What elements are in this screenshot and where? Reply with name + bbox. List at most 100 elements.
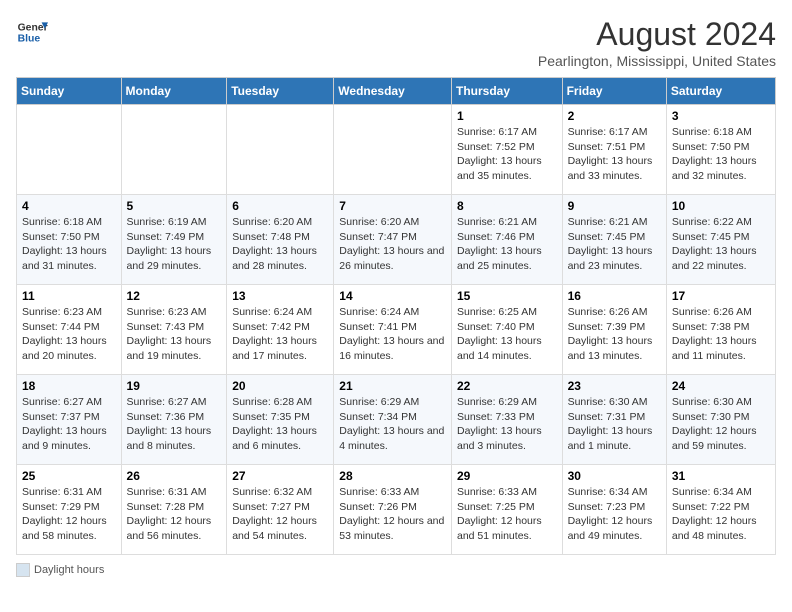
day-info: Sunrise: 6:27 AM Sunset: 7:37 PM Dayligh… bbox=[22, 395, 116, 454]
calendar-cell: 9 Sunrise: 6:21 AM Sunset: 7:45 PM Daylig… bbox=[562, 195, 666, 285]
day-number: 2 bbox=[568, 109, 661, 123]
svg-text:Blue: Blue bbox=[18, 34, 41, 45]
day-info: Sunrise: 6:29 AM Sunset: 7:34 PM Dayligh… bbox=[339, 395, 446, 454]
day-info: Sunrise: 6:30 AM Sunset: 7:31 PM Dayligh… bbox=[568, 395, 661, 454]
calendar-cell: 29 Sunrise: 6:33 AM Sunset: 7:25 PM Dayli… bbox=[451, 465, 562, 555]
week-row-1: 1 Sunrise: 6:17 AM Sunset: 7:52 PM Daylig… bbox=[17, 105, 776, 195]
day-info: Sunrise: 6:34 AM Sunset: 7:22 PM Dayligh… bbox=[672, 485, 770, 544]
day-info: Sunrise: 6:18 AM Sunset: 7:50 PM Dayligh… bbox=[672, 125, 770, 184]
day-number: 22 bbox=[457, 379, 557, 393]
calendar-cell: 31 Sunrise: 6:34 AM Sunset: 7:22 PM Dayli… bbox=[666, 465, 775, 555]
calendar-cell: 15 Sunrise: 6:25 AM Sunset: 7:40 PM Dayli… bbox=[451, 285, 562, 375]
calendar-cell: 17 Sunrise: 6:26 AM Sunset: 7:38 PM Dayli… bbox=[666, 285, 775, 375]
col-header-thursday: Thursday bbox=[451, 78, 562, 105]
legend-color bbox=[16, 563, 30, 577]
day-number: 12 bbox=[127, 289, 222, 303]
day-info: Sunrise: 6:30 AM Sunset: 7:30 PM Dayligh… bbox=[672, 395, 770, 454]
day-info: Sunrise: 6:25 AM Sunset: 7:40 PM Dayligh… bbox=[457, 305, 557, 364]
col-header-sunday: Sunday bbox=[17, 78, 122, 105]
day-info: Sunrise: 6:31 AM Sunset: 7:28 PM Dayligh… bbox=[127, 485, 222, 544]
day-info: Sunrise: 6:24 AM Sunset: 7:42 PM Dayligh… bbox=[232, 305, 328, 364]
day-info: Sunrise: 6:23 AM Sunset: 7:43 PM Dayligh… bbox=[127, 305, 222, 364]
day-number: 7 bbox=[339, 199, 446, 213]
calendar-cell: 4Sunrise: 6:18 AM Sunset: 7:50 PM Daylig… bbox=[17, 195, 122, 285]
calendar-cell: 1 Sunrise: 6:17 AM Sunset: 7:52 PM Daylig… bbox=[451, 105, 562, 195]
col-header-monday: Monday bbox=[121, 78, 227, 105]
day-info: Sunrise: 6:22 AM Sunset: 7:45 PM Dayligh… bbox=[672, 215, 770, 274]
day-number: 21 bbox=[339, 379, 446, 393]
day-info: Sunrise: 6:29 AM Sunset: 7:33 PM Dayligh… bbox=[457, 395, 557, 454]
day-info: Sunrise: 6:21 AM Sunset: 7:45 PM Dayligh… bbox=[568, 215, 661, 274]
day-number: 11 bbox=[22, 289, 116, 303]
calendar-cell: 23 Sunrise: 6:30 AM Sunset: 7:31 PM Dayli… bbox=[562, 375, 666, 465]
day-number: 17 bbox=[672, 289, 770, 303]
day-number: 30 bbox=[568, 469, 661, 483]
week-row-5: 25 Sunrise: 6:31 AM Sunset: 7:29 PM Dayli… bbox=[17, 465, 776, 555]
day-number: 29 bbox=[457, 469, 557, 483]
day-number: 24 bbox=[672, 379, 770, 393]
day-number: 10 bbox=[672, 199, 770, 213]
day-number: 15 bbox=[457, 289, 557, 303]
calendar-cell: 25 Sunrise: 6:31 AM Sunset: 7:29 PM Dayli… bbox=[17, 465, 122, 555]
calendar-cell: 3 Sunrise: 6:18 AM Sunset: 7:50 PM Daylig… bbox=[666, 105, 775, 195]
calendar-cell: 22 Sunrise: 6:29 AM Sunset: 7:33 PM Dayli… bbox=[451, 375, 562, 465]
footer: Daylight hours bbox=[16, 563, 776, 577]
day-number: 9 bbox=[568, 199, 661, 213]
calendar-cell: 16Sunrise: 6:26 AM Sunset: 7:39 PM Dayli… bbox=[562, 285, 666, 375]
day-number: 18 bbox=[22, 379, 116, 393]
legend-item: Daylight hours bbox=[16, 563, 104, 577]
col-header-saturday: Saturday bbox=[666, 78, 775, 105]
title-area: August 2024 Pearlington, Mississippi, Un… bbox=[538, 16, 776, 69]
day-number: 31 bbox=[672, 469, 770, 483]
day-number: 6 bbox=[232, 199, 328, 213]
calendar-cell: 13 Sunrise: 6:24 AM Sunset: 7:42 PM Dayli… bbox=[227, 285, 334, 375]
day-info: Sunrise: 6:31 AM Sunset: 7:29 PM Dayligh… bbox=[22, 485, 116, 544]
day-number: 27 bbox=[232, 469, 328, 483]
day-number: 16 bbox=[568, 289, 661, 303]
logo: General Blue bbox=[16, 16, 48, 48]
day-info: Sunrise: 6:26 AM Sunset: 7:38 PM Dayligh… bbox=[672, 305, 770, 364]
logo-icon: General Blue bbox=[16, 16, 48, 48]
calendar-cell: 20 Sunrise: 6:28 AM Sunset: 7:35 PM Dayli… bbox=[227, 375, 334, 465]
col-header-friday: Friday bbox=[562, 78, 666, 105]
calendar-cell: 10 Sunrise: 6:22 AM Sunset: 7:45 PM Dayli… bbox=[666, 195, 775, 285]
day-number: 1 bbox=[457, 109, 557, 123]
week-row-2: 4Sunrise: 6:18 AM Sunset: 7:50 PM Daylig… bbox=[17, 195, 776, 285]
calendar-header-row: SundayMondayTuesdayWednesdayThursdayFrid… bbox=[17, 78, 776, 105]
calendar-cell: 6 Sunrise: 6:20 AM Sunset: 7:48 PM Daylig… bbox=[227, 195, 334, 285]
day-info: Sunrise: 6:20 AM Sunset: 7:48 PM Dayligh… bbox=[232, 215, 328, 274]
day-info: Sunrise: 6:20 AM Sunset: 7:47 PM Dayligh… bbox=[339, 215, 446, 274]
calendar-cell bbox=[227, 105, 334, 195]
calendar-cell: 12 Sunrise: 6:23 AM Sunset: 7:43 PM Dayli… bbox=[121, 285, 227, 375]
calendar-cell: 21 Sunrise: 6:29 AM Sunset: 7:34 PM Dayli… bbox=[334, 375, 452, 465]
col-header-wednesday: Wednesday bbox=[334, 78, 452, 105]
calendar-cell: 5 Sunrise: 6:19 AM Sunset: 7:49 PM Daylig… bbox=[121, 195, 227, 285]
day-number: 25 bbox=[22, 469, 116, 483]
day-info: Sunrise: 6:34 AM Sunset: 7:23 PM Dayligh… bbox=[568, 485, 661, 544]
calendar-cell: 26Sunrise: 6:31 AM Sunset: 7:28 PM Dayli… bbox=[121, 465, 227, 555]
calendar-cell bbox=[334, 105, 452, 195]
day-number: 4 bbox=[22, 199, 116, 213]
calendar-cell: 19Sunrise: 6:27 AM Sunset: 7:36 PM Dayli… bbox=[121, 375, 227, 465]
calendar-cell bbox=[121, 105, 227, 195]
calendar-cell: 28Sunrise: 6:33 AM Sunset: 7:26 PM Dayli… bbox=[334, 465, 452, 555]
day-number: 13 bbox=[232, 289, 328, 303]
day-info: Sunrise: 6:28 AM Sunset: 7:35 PM Dayligh… bbox=[232, 395, 328, 454]
day-number: 19 bbox=[127, 379, 222, 393]
day-number: 3 bbox=[672, 109, 770, 123]
calendar-cell: 7 Sunrise: 6:20 AM Sunset: 7:47 PM Daylig… bbox=[334, 195, 452, 285]
day-number: 5 bbox=[127, 199, 222, 213]
calendar-cell bbox=[17, 105, 122, 195]
calendar-cell: 2Sunrise: 6:17 AM Sunset: 7:51 PM Daylig… bbox=[562, 105, 666, 195]
calendar-cell: 11Sunrise: 6:23 AM Sunset: 7:44 PM Dayli… bbox=[17, 285, 122, 375]
legend-label: Daylight hours bbox=[34, 564, 104, 576]
day-info: Sunrise: 6:33 AM Sunset: 7:25 PM Dayligh… bbox=[457, 485, 557, 544]
day-number: 20 bbox=[232, 379, 328, 393]
calendar-cell: 18 Sunrise: 6:27 AM Sunset: 7:37 PM Dayli… bbox=[17, 375, 122, 465]
week-row-4: 18 Sunrise: 6:27 AM Sunset: 7:37 PM Dayli… bbox=[17, 375, 776, 465]
day-info: Sunrise: 6:19 AM Sunset: 7:49 PM Dayligh… bbox=[127, 215, 222, 274]
day-info: Sunrise: 6:21 AM Sunset: 7:46 PM Dayligh… bbox=[457, 215, 557, 274]
calendar-cell: 24 Sunrise: 6:30 AM Sunset: 7:30 PM Dayli… bbox=[666, 375, 775, 465]
day-number: 23 bbox=[568, 379, 661, 393]
day-info: Sunrise: 6:17 AM Sunset: 7:52 PM Dayligh… bbox=[457, 125, 557, 184]
